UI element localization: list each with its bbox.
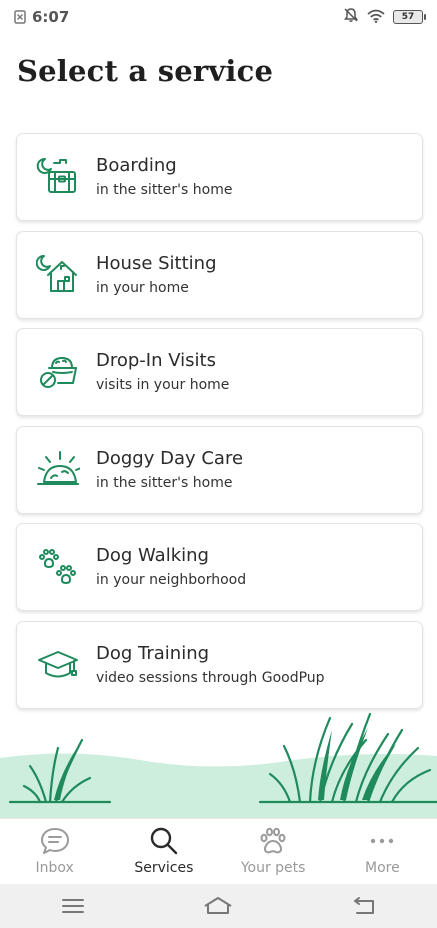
notification-icon — [14, 10, 26, 24]
house-sitting-icon — [36, 253, 80, 297]
mute-icon — [343, 7, 359, 27]
service-card-drop-in-visits[interactable]: Drop-In Visits visits in your home — [16, 328, 423, 417]
service-text: Dog Training video sessions through Good… — [96, 642, 325, 688]
service-subtitle: in the sitter's home — [96, 474, 233, 491]
boarding-icon — [36, 155, 80, 199]
status-bar: 6:07 57 — [0, 0, 437, 34]
nav-item-more[interactable]: More — [328, 819, 437, 884]
service-text: Doggy Day Care in the sitter's home — [96, 447, 243, 493]
drop-in-visits-icon — [36, 350, 80, 394]
service-title: Doggy Day Care — [96, 447, 244, 469]
home-icon[interactable] — [198, 891, 238, 921]
service-text: Drop-In Visits visits in your home — [96, 349, 229, 395]
service-subtitle: video sessions through GoodPup — [96, 669, 325, 686]
nav-item-inbox[interactable]: Inbox — [0, 819, 109, 884]
search-icon — [148, 825, 180, 857]
more-icon — [366, 825, 398, 857]
service-title: Boarding — [96, 155, 177, 176]
nav-label: More — [365, 860, 400, 876]
status-right: 57 — [343, 7, 426, 27]
back-icon[interactable] — [344, 891, 384, 921]
service-card-boarding[interactable]: Boarding in the sitter's home — [16, 133, 423, 221]
day-care-icon — [36, 448, 80, 492]
dog-training-icon — [36, 643, 80, 687]
battery-icon: 57 — [393, 10, 426, 24]
service-title: Dog Training — [96, 642, 210, 664]
bottom-nav: Inbox Services Your pets More — [0, 818, 437, 884]
status-time: 6:07 — [32, 8, 70, 26]
nav-label: Your pets — [240, 860, 306, 876]
system-nav-bar — [0, 884, 437, 928]
paw-icon — [257, 825, 289, 857]
service-title: House Sitting — [96, 252, 217, 274]
battery-level: 57 — [401, 12, 415, 22]
service-title: Dog Walking — [96, 545, 209, 567]
service-card-doggy-day-care[interactable]: Doggy Day Care in the sitter's home — [16, 425, 423, 514]
dog-walking-icon — [36, 545, 80, 589]
service-text: House Sitting in your home — [96, 252, 217, 298]
service-text: Boarding in the sitter's home — [96, 154, 232, 200]
service-subtitle: visits in your home — [96, 377, 230, 394]
service-subtitle: in the sitter's home — [96, 182, 233, 198]
nav-label: Services — [134, 860, 194, 876]
grass-illustration — [0, 712, 437, 818]
wifi-icon — [367, 8, 385, 27]
service-subtitle: in your home — [96, 279, 189, 296]
chat-bubble-icon — [39, 825, 71, 857]
service-card-house-sitting[interactable]: House Sitting in your home — [16, 230, 423, 319]
service-list: Boarding in the sitter's home House Sitt… — [16, 133, 423, 719]
service-title: Drop-In Visits — [96, 350, 216, 372]
nav-label: Inbox — [35, 860, 74, 876]
page-title: Select a service — [17, 54, 274, 88]
service-card-dog-training[interactable]: Dog Training video sessions through Good… — [16, 620, 423, 709]
menu-icon[interactable] — [53, 891, 93, 921]
service-card-dog-walking[interactable]: Dog Walking in your neighborhood — [16, 523, 423, 612]
status-left: 6:07 — [14, 8, 69, 26]
nav-item-services[interactable]: Services — [109, 819, 218, 884]
service-text: Dog Walking in your neighborhood — [96, 544, 246, 590]
nav-item-your-pets[interactable]: Your pets — [219, 819, 328, 884]
service-subtitle: in your neighborhood — [96, 572, 247, 589]
